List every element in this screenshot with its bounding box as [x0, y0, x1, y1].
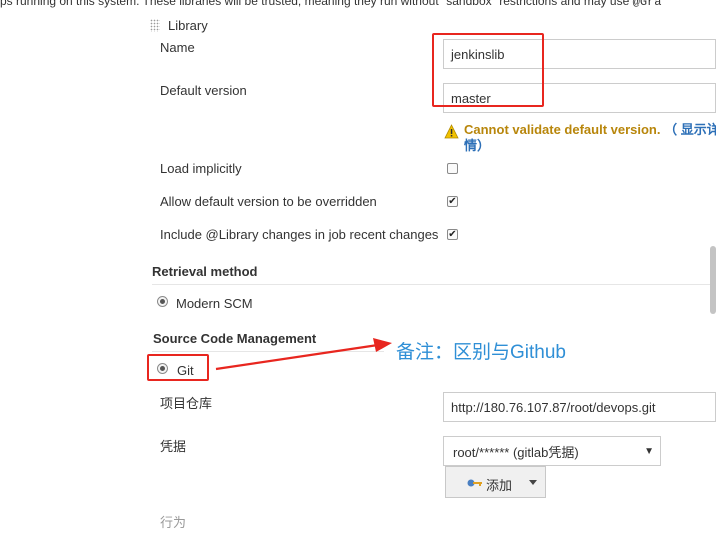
credentials-select-value: root/****** (gitlab凭据) [453, 444, 579, 460]
allow-override-label: Allow default version to be overridden [160, 194, 377, 209]
highlight-box-name-version [432, 33, 544, 107]
load-implicitly-label: Load implicitly [160, 161, 242, 176]
allow-override-checkbox[interactable]: ✔ [447, 196, 458, 207]
annotation-arrow-icon [215, 338, 392, 371]
description-code: @Gra [632, 0, 662, 9]
modern-scm-radio[interactable] [157, 296, 168, 307]
scrollbar-thumb[interactable] [710, 246, 716, 314]
include-changes-label: Include @Library changes in job recent c… [160, 227, 439, 242]
warning-details-link-cont[interactable]: 情） [464, 135, 490, 154]
library-header: Library [168, 18, 208, 33]
key-icon [467, 477, 483, 492]
caret-down-icon[interactable] [529, 480, 537, 485]
annotation-note: 备注：区别与Github [396, 342, 566, 363]
add-credentials-button[interactable]: 添加 [445, 466, 546, 498]
include-changes-checkbox[interactable]: ✔ [447, 229, 458, 240]
repo-input[interactable]: http://180.76.107.87/root/devops.git [443, 392, 716, 422]
section-divider [152, 284, 716, 285]
warning-text: Cannot validate default version. [464, 122, 661, 137]
drag-handle-icon[interactable] [150, 19, 160, 32]
description-text: ps running on this system. These librari… [0, 0, 630, 8]
warning-details-link[interactable]: （ 显示详 [664, 122, 716, 137]
retrieval-method-title: Retrieval method [152, 264, 258, 279]
name-label: Name [160, 40, 195, 55]
credentials-label: 凭据 [160, 439, 187, 454]
triangle-down-icon: ▼ [644, 446, 654, 457]
add-button-label: 添加 [486, 478, 513, 493]
highlight-box-git [147, 354, 209, 381]
library-description: ps running on this system. These librari… [0, 0, 661, 9]
modern-scm-label: Modern SCM [176, 296, 253, 311]
repo-label: 项目仓库 [160, 396, 213, 411]
credentials-select[interactable]: root/****** (gitlab凭据) ▼ [443, 436, 661, 466]
default-version-label: Default version [160, 83, 247, 98]
load-implicitly-checkbox[interactable] [447, 163, 458, 174]
warning-message: Cannot validate default version. （ 显示详 [464, 119, 716, 138]
warning-icon [444, 124, 459, 139]
behaviors-label: 行为 [160, 515, 187, 530]
repo-input-value: http://180.76.107.87/root/devops.git [451, 399, 656, 415]
